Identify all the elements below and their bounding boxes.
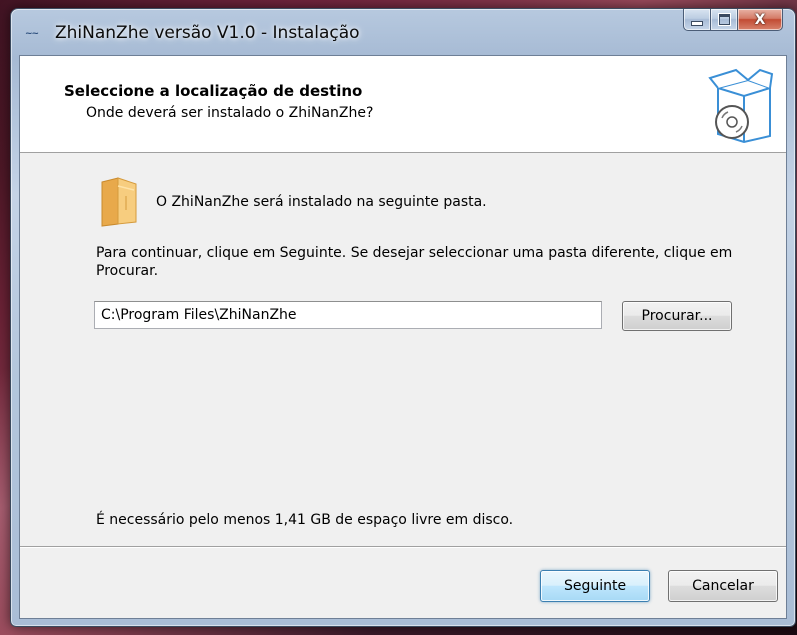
app-icon: ~~ xyxy=(25,29,39,39)
box-with-disc-icon xyxy=(708,68,774,144)
page-title: Seleccione a localização de destino xyxy=(64,82,363,100)
disk-space-requirement: É necessário pelo menos 1,41 GB de espaç… xyxy=(96,512,514,528)
next-button[interactable]: Seguinte xyxy=(540,570,650,602)
minimize-icon xyxy=(691,21,703,26)
minimize-button[interactable] xyxy=(683,9,710,31)
maximize-button[interactable] xyxy=(710,9,737,31)
wizard-page: Seleccione a localização de destino Onde… xyxy=(19,55,787,619)
window-title: ZhiNanZhe versão V1.0 - Instalação xyxy=(55,23,360,43)
footer-divider xyxy=(20,546,786,548)
folder-icon xyxy=(101,177,137,227)
install-folder-intro: O ZhiNanZhe será instalado na seguinte p… xyxy=(156,194,487,210)
install-path-input[interactable] xyxy=(94,301,602,329)
wizard-header: Seleccione a localização de destino Onde… xyxy=(20,56,786,153)
title-bar[interactable]: ~~ ZhiNanZhe versão V1.0 - Instalação X xyxy=(11,9,795,55)
close-icon: X xyxy=(754,11,766,28)
instructions-text: Para continuar, clique em Seguinte. Se d… xyxy=(96,245,733,279)
cancel-button[interactable]: Cancelar xyxy=(668,570,778,602)
page-subtitle: Onde deverá ser instalado o ZhiNanZhe? xyxy=(86,105,374,121)
browse-button[interactable]: Procurar... xyxy=(622,301,732,331)
installer-window: ~~ ZhiNanZhe versão V1.0 - Instalação X … xyxy=(10,8,796,627)
maximize-icon xyxy=(718,14,730,25)
caption-buttons: X xyxy=(683,9,783,31)
close-button[interactable]: X xyxy=(737,9,783,31)
